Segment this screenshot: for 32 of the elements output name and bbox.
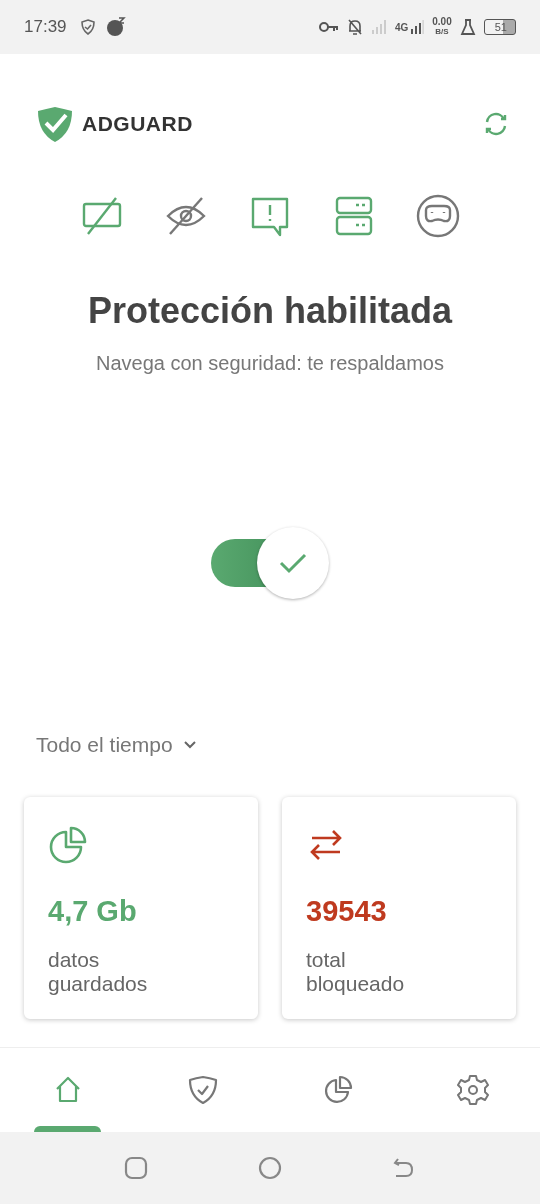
stat-card[interactable]: 39543 total bloqueado — [282, 797, 516, 1019]
stat-card[interactable]: 4,7 Gb datos guardados — [24, 797, 258, 1019]
shield-check-icon — [187, 1075, 218, 1105]
clock: 17:39 — [24, 17, 67, 37]
back-icon[interactable] — [392, 1156, 416, 1180]
settings-icon — [456, 1074, 489, 1106]
key-icon — [318, 21, 339, 33]
signal-icon — [370, 19, 387, 35]
stat-label: datos guardados — [48, 948, 149, 996]
signal-icon — [410, 19, 425, 35]
battery-indicator: 51 — [483, 19, 516, 35]
network-speed: 0.00 — [432, 17, 452, 27]
flask-icon — [459, 18, 476, 36]
stat-value: 4,7 Gb — [48, 895, 138, 928]
recent-apps-icon[interactable] — [124, 1156, 148, 1180]
app-logo: ADGUARD — [82, 112, 193, 136]
stat-label: total bloqueado — [306, 948, 406, 996]
active-tab-indicator — [34, 1126, 101, 1132]
protection-status-title: Protección habilitada — [86, 290, 454, 332]
bell-off-icon — [346, 18, 363, 36]
stat-value: 39543 — [306, 895, 388, 928]
pie-chart-icon — [322, 1075, 353, 1105]
shield-check-icon — [36, 105, 74, 143]
period-dropdown[interactable]: Todo el tiempo — [36, 733, 197, 757]
mask-icon[interactable] — [416, 194, 460, 238]
speed-unit: B/S — [435, 27, 449, 37]
shield-check-icon — [78, 18, 97, 36]
protection-status-subtitle: Navega con seguridad: te respaldamos — [95, 352, 445, 375]
chevron-down-icon — [182, 740, 197, 750]
checkmark-icon — [278, 551, 308, 575]
home-circle-icon[interactable] — [258, 1156, 282, 1180]
network-type: 4G — [394, 21, 409, 33]
